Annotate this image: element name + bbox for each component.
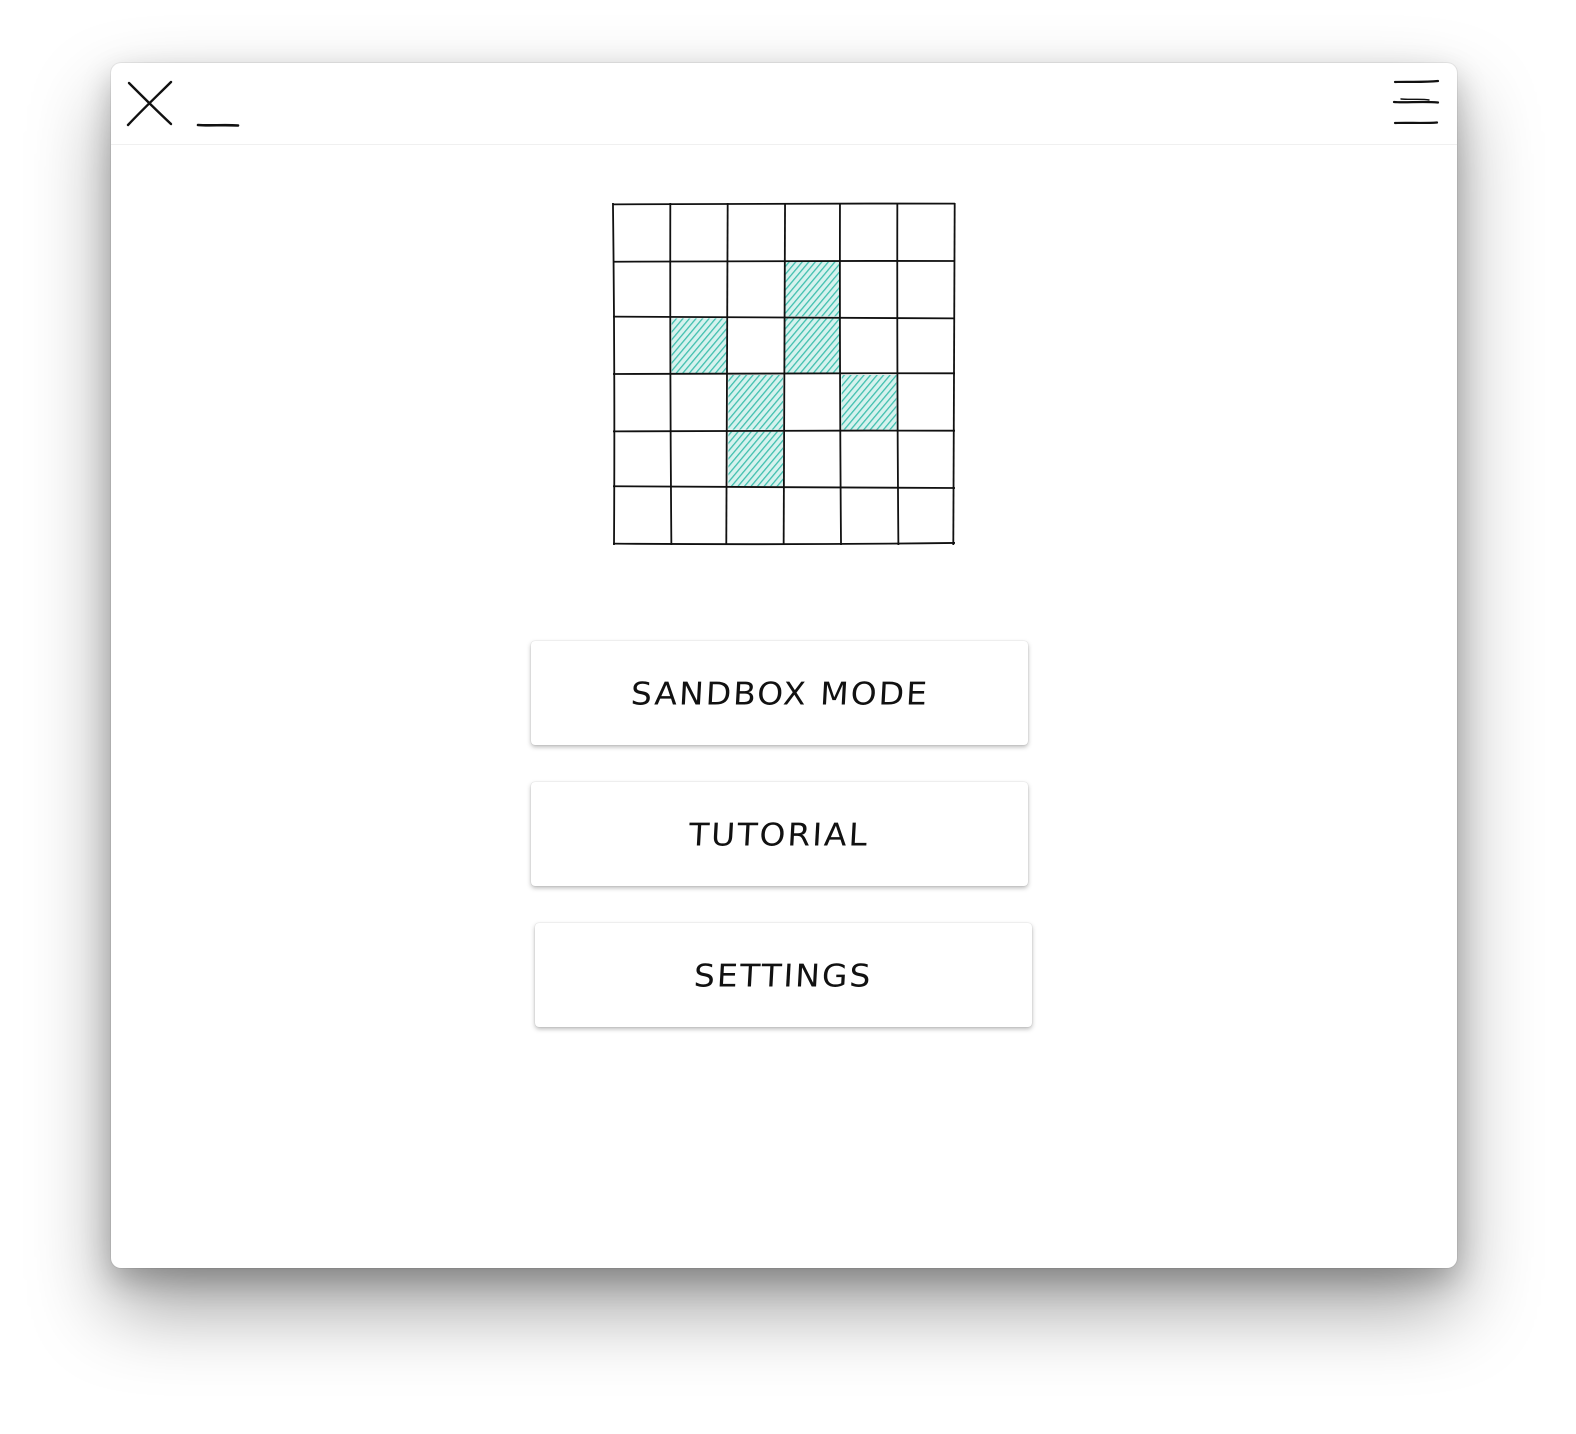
filled-cell bbox=[728, 375, 783, 430]
close-icon bbox=[126, 80, 173, 127]
app-window: SANDBOX MODE TUTORIAL SETTINGS bbox=[111, 63, 1457, 1268]
grid-line-horizontal bbox=[612, 315, 956, 320]
sandbox-mode-label: SANDBOX MODE bbox=[629, 674, 930, 712]
tutorial-button[interactable]: TUTORIAL bbox=[531, 782, 1028, 886]
filled-cell bbox=[785, 318, 840, 373]
sandbox-mode-button[interactable]: SANDBOX MODE bbox=[531, 641, 1028, 745]
settings-label: SETTINGS bbox=[693, 956, 874, 994]
minimize-icon bbox=[196, 123, 240, 127]
grid-line-horizontal bbox=[612, 202, 956, 206]
filled-cell bbox=[671, 318, 727, 373]
hamburger-menu-icon bbox=[1392, 79, 1440, 125]
grid-svg bbox=[612, 202, 956, 546]
tutorial-label: TUTORIAL bbox=[688, 815, 871, 853]
settings-button[interactable]: SETTINGS bbox=[535, 923, 1032, 1027]
grid-line-horizontal bbox=[612, 485, 956, 489]
filled-cell bbox=[785, 261, 840, 317]
game-board-preview bbox=[611, 201, 957, 547]
minimize-button[interactable] bbox=[195, 103, 243, 133]
title-bar bbox=[111, 63, 1457, 145]
grid-line-horizontal bbox=[612, 260, 956, 263]
filled-cell bbox=[841, 375, 897, 430]
grid-line-horizontal bbox=[612, 372, 956, 375]
close-button[interactable] bbox=[125, 79, 177, 129]
grid-line-horizontal bbox=[612, 429, 956, 433]
filled-cell bbox=[728, 431, 783, 487]
menu-button[interactable] bbox=[1391, 77, 1443, 129]
